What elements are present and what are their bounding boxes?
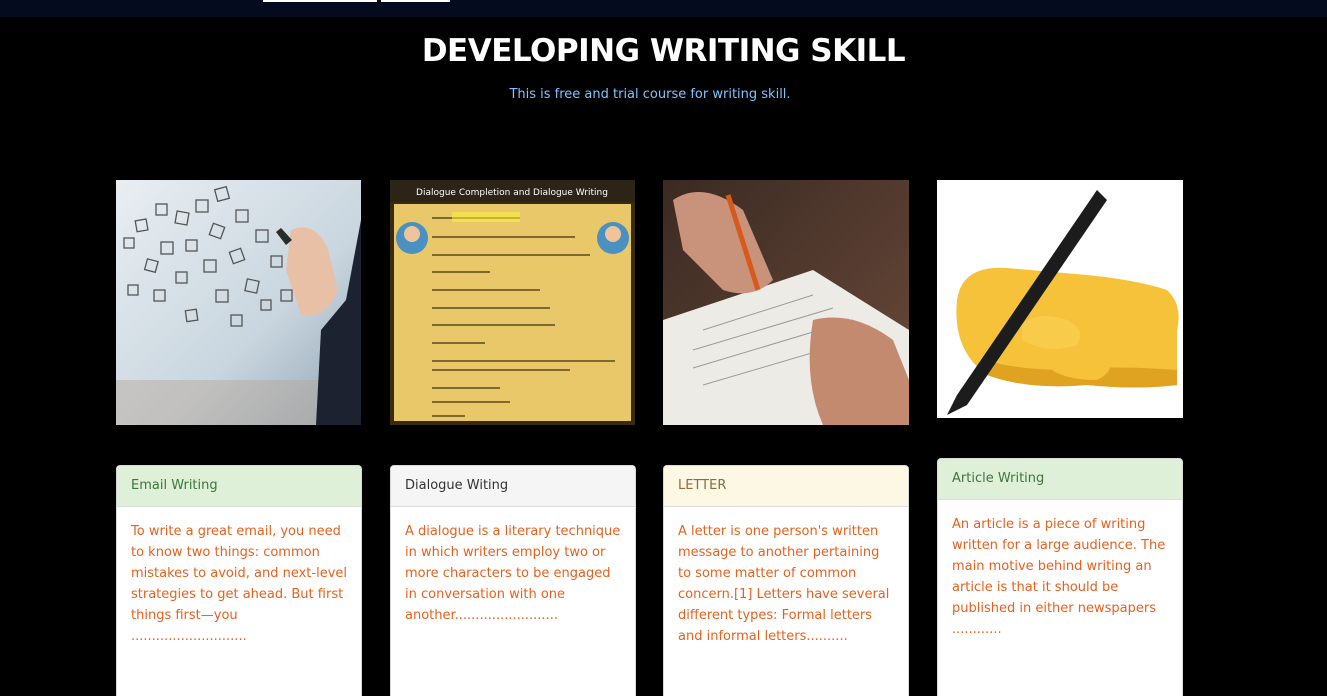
card-dialogue-writing[interactable]: Dialogue Witing A dialogue is a literary… [390,465,636,696]
card-header[interactable]: Article Writing [938,459,1182,500]
top-navbar [0,0,1327,17]
card-header[interactable]: Email Writing [117,466,361,507]
card-body: A letter is one person's written message… [678,524,890,644]
letter-image[interactable] [663,180,909,425]
page-title: DEVELOPING WRITING SKILL [421,33,906,69]
svg-text:Dialogue Completion and Dialog: Dialogue Completion and Dialogue Writing [416,188,608,198]
email-image[interactable] [116,180,361,425]
page-subtitle: This is free and trial course for writin… [509,87,791,102]
email-checkbox-image [116,180,361,425]
card-body: An article is a piece of writing written… [952,517,1166,637]
navbar-fragment [263,0,450,2]
card-body: To write a great email, you need to know… [131,524,347,644]
card-letter[interactable]: LETTER A letter is one person's written … [663,465,909,696]
card-header[interactable]: Dialogue Witing [391,466,635,507]
writing-hand-emoji [937,180,1183,418]
card-body: A dialogue is a literary technique in wh… [405,524,621,623]
card-header[interactable]: LETTER [664,466,908,507]
dialogue-sheet-image: Dialogue Completion and Dialogue Writing [390,180,635,425]
card-article-writing[interactable]: Article Writing An article is a piece of… [937,458,1183,696]
card-email-writing[interactable]: Email Writing To write a great email, yo… [116,465,362,696]
article-image[interactable] [937,180,1183,418]
dialogue-image[interactable]: Dialogue Completion and Dialogue Writing [390,180,635,425]
hand-writing-paper-image [663,180,909,425]
